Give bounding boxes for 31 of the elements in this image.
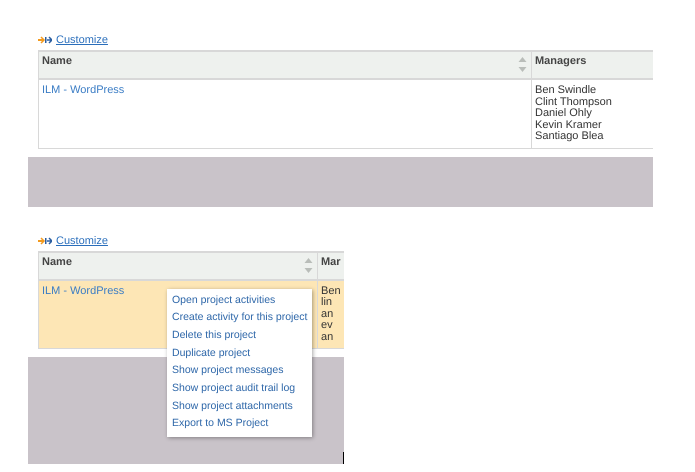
customize-icon	[38, 236, 52, 244]
menu-item[interactable]: Export to MS Project	[167, 415, 312, 434]
customize-link[interactable]: Customize	[56, 34, 108, 46]
manager-name: lin	[321, 297, 334, 308]
menu-item[interactable]: Show project audit trail log	[167, 380, 312, 398]
manager-name: an	[321, 332, 334, 343]
menu-item[interactable]: Create activity for this project	[167, 309, 312, 327]
sort-icon[interactable]	[304, 256, 313, 274]
customize-icon	[38, 36, 52, 44]
manager-name: ev	[321, 320, 334, 332]
project-link[interactable]: ILM - WordPress	[42, 284, 124, 296]
menu-item[interactable]: Open project activities	[167, 292, 312, 310]
sort-icon[interactable]	[518, 56, 527, 73]
menu-item[interactable]: Delete this project	[167, 326, 312, 345]
manager-name: an	[321, 308, 334, 320]
customize-link[interactable]: Customize	[56, 234, 108, 246]
project-link[interactable]: ILM - WordPress	[42, 84, 124, 96]
manager-name: Ben Swindle	[535, 85, 598, 96]
manager-name: Kevin Kramer	[535, 120, 603, 131]
menu-item[interactable]: Show project messages	[167, 362, 312, 380]
column-title: Name	[42, 55, 72, 67]
column-title: Name	[42, 256, 72, 268]
manager-name: Clint Thompson	[535, 96, 613, 108]
manager-name: Daniel Ohly	[535, 108, 592, 120]
column-title: Managers	[535, 55, 586, 67]
text-cursor	[343, 452, 344, 464]
table-cell[interactable]: ILM - WordPress	[38, 79, 532, 148]
manager-name: Ben	[321, 286, 342, 297]
column-title: Mar	[321, 256, 341, 268]
manager-name: Santiago Blea	[535, 131, 604, 142]
menu-item[interactable]: Show project attachments	[167, 398, 312, 416]
